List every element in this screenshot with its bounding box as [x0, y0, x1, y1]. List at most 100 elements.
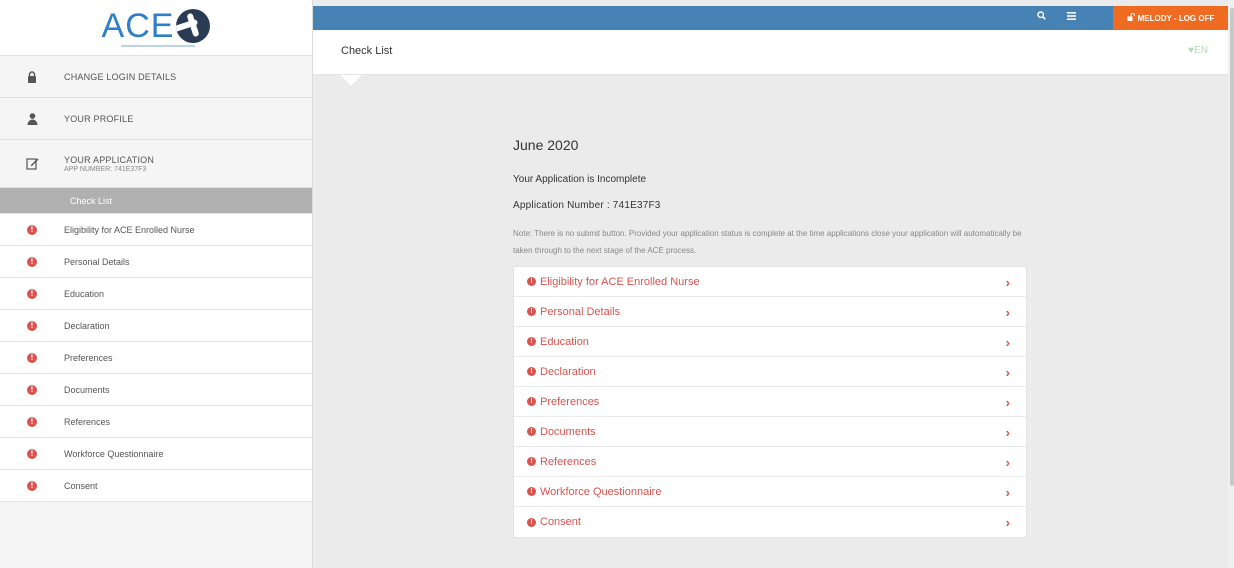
- sidebar-item-consent[interactable]: ! Consent: [0, 470, 312, 502]
- alert-icon: !: [527, 367, 536, 376]
- nav-your-profile[interactable]: YOUR PROFILE: [0, 98, 312, 140]
- checklist-row-declaration[interactable]: ! Declaration ›: [514, 357, 1026, 387]
- checklist-panel: ! Eligibility for ACE Enrolled Nurse › ! Pe…: [513, 266, 1027, 538]
- checklist-row-label: References: [540, 455, 597, 468]
- unlock-icon: [1127, 12, 1135, 23]
- nav-application-text: YOUR APPLICATION APP NUMBER: 741E37F3: [64, 155, 154, 173]
- alert-icon: !: [527, 337, 536, 346]
- chevron-right-icon: ›: [1005, 365, 1010, 380]
- chevron-right-icon: ›: [1005, 455, 1010, 470]
- alert-icon: !: [527, 427, 536, 436]
- alert-icon: !: [27, 416, 37, 427]
- edit-icon: [0, 157, 64, 170]
- alert-icon: !: [27, 288, 37, 299]
- sidebar-item-label: References: [64, 416, 111, 427]
- sidebar-item-label: Personal Details: [64, 256, 130, 267]
- alert-icon: !: [27, 256, 37, 267]
- main-content: June 2020 Your Application is Incomplete…: [513, 137, 1033, 538]
- sidebar-item-documents[interactable]: ! Documents: [0, 374, 312, 406]
- alert-icon: !: [27, 320, 37, 331]
- alert-icon: !: [27, 448, 37, 459]
- menu-icon[interactable]: [1067, 11, 1076, 23]
- checklist-row-label: Education: [540, 335, 589, 348]
- alert-icon: !: [527, 397, 536, 406]
- language-label: EN: [1194, 45, 1208, 56]
- chevron-right-icon: ›: [1005, 395, 1010, 410]
- logo-emblem-icon: [176, 8, 211, 43]
- logoff-label: MELODY - LOG OFF: [1137, 13, 1215, 23]
- sidebar-item-personal-details[interactable]: ! Personal Details: [0, 246, 312, 278]
- chevron-right-icon: ›: [1005, 485, 1010, 500]
- nav-your-application[interactable]: YOUR APPLICATION APP NUMBER: 741E37F3: [0, 140, 312, 188]
- checklist-row-education[interactable]: ! Education ›: [514, 327, 1026, 357]
- checklist-row-label: Personal Details: [540, 305, 621, 318]
- checklist-row-consent[interactable]: ! Consent ›: [514, 507, 1026, 537]
- header-notch: [340, 75, 362, 86]
- checklist-row-documents[interactable]: ! Documents ›: [514, 417, 1026, 447]
- sidebar-item-workforce-questionnaire[interactable]: ! Workforce Questionnaire: [0, 438, 312, 470]
- alert-icon: !: [527, 307, 536, 316]
- checklist-row-eligibility[interactable]: ! Eligibility for ACE Enrolled Nurse ›: [514, 267, 1026, 297]
- logo-tagline-line: [121, 45, 195, 47]
- application-number: Application Number : 741E37F3: [513, 200, 661, 211]
- nav-label: CHANGE LOGIN DETAILS: [64, 71, 177, 82]
- sidebar-item-label: Workforce Questionnaire: [64, 448, 164, 459]
- sidebar-item-check-list[interactable]: Check List: [0, 188, 312, 214]
- sidebar-item-label: Documents: [64, 384, 110, 395]
- sidebar: ACE CHANGE LOGIN DETAILS YOUR PROFILE YO…: [0, 0, 313, 568]
- alert-icon: !: [527, 457, 536, 466]
- alert-icon: !: [527, 487, 536, 496]
- nav-change-login-details[interactable]: CHANGE LOGIN DETAILS: [0, 56, 312, 98]
- nav-label: YOUR PROFILE: [64, 113, 134, 124]
- main-nav: CHANGE LOGIN DETAILS YOUR PROFILE YOUR A…: [0, 56, 312, 188]
- logoff-button[interactable]: MELODY - LOG OFF: [1113, 6, 1228, 30]
- alert-icon: !: [527, 517, 536, 527]
- checklist-nav: Check List ! Eligibility for ACE Enrolled…: [0, 188, 312, 502]
- lock-icon: [0, 70, 64, 83]
- alert-icon: !: [27, 480, 37, 491]
- checklist-row-personal-details[interactable]: ! Personal Details ›: [514, 297, 1026, 327]
- checklist-row-label: Consent: [540, 516, 581, 528]
- alert-icon: !: [27, 352, 37, 363]
- logo-text: ACE: [101, 6, 175, 45]
- sidebar-item-declaration[interactable]: ! Declaration: [0, 310, 312, 342]
- scrollbar-thumb[interactable]: [1230, 8, 1234, 486]
- sidebar-item-preferences[interactable]: ! Preferences: [0, 342, 312, 374]
- alert-icon: !: [527, 277, 536, 286]
- chevron-right-icon: ›: [1005, 305, 1010, 320]
- nav-label: YOUR APPLICATION: [64, 154, 155, 165]
- sidebar-item-label: Preferences: [64, 352, 113, 363]
- checklist-row-label: Workforce Questionnaire: [540, 485, 662, 498]
- checklist-row-references[interactable]: ! References ›: [514, 447, 1026, 477]
- chevron-right-icon: ›: [1005, 515, 1010, 530]
- chevron-right-icon: ›: [1005, 335, 1010, 350]
- sidebar-item-label: Check List: [70, 195, 113, 206]
- checklist-row-label: Documents: [540, 425, 596, 438]
- chevron-right-icon: ›: [1005, 275, 1010, 290]
- sidebar-item-label: Education: [64, 288, 105, 299]
- submit-note: Note: There is no submit button. Provide…: [513, 229, 1022, 255]
- sidebar-item-education[interactable]: ! Education: [0, 278, 312, 310]
- content-title: June 2020: [513, 137, 579, 153]
- sidebar-item-eligibility[interactable]: ! Eligibility for ACE Enrolled Nurse: [0, 214, 312, 246]
- alert-icon: !: [27, 384, 37, 395]
- page-header: Check List ♥EN: [313, 30, 1228, 75]
- chevron-right-icon: ›: [1005, 425, 1010, 440]
- application-status: Your Application is Incomplete: [513, 174, 647, 185]
- checklist-row-label: Declaration: [540, 365, 596, 378]
- checklist-row-workforce-questionnaire[interactable]: ! Workforce Questionnaire ›: [514, 477, 1026, 507]
- top-bar: MELODY - LOG OFF: [313, 6, 1228, 30]
- user-icon: [0, 112, 64, 125]
- search-icon[interactable]: [1037, 11, 1046, 23]
- sidebar-item-references[interactable]: ! References: [0, 406, 312, 438]
- sidebar-item-label: Declaration: [64, 320, 110, 331]
- language-selector[interactable]: ♥EN: [1188, 45, 1208, 56]
- alert-icon: !: [27, 224, 37, 235]
- page-scrollbar[interactable]: [1228, 0, 1234, 568]
- page-title: Check List: [341, 45, 393, 57]
- checklist-row-label: Eligibility for ACE Enrolled Nurse: [540, 275, 700, 288]
- checklist-row-preferences[interactable]: ! Preferences ›: [514, 387, 1026, 417]
- checklist-row-label: Preferences: [540, 395, 600, 408]
- logo-area: ACE: [0, 0, 312, 56]
- ace-logo[interactable]: ACE: [101, 6, 211, 45]
